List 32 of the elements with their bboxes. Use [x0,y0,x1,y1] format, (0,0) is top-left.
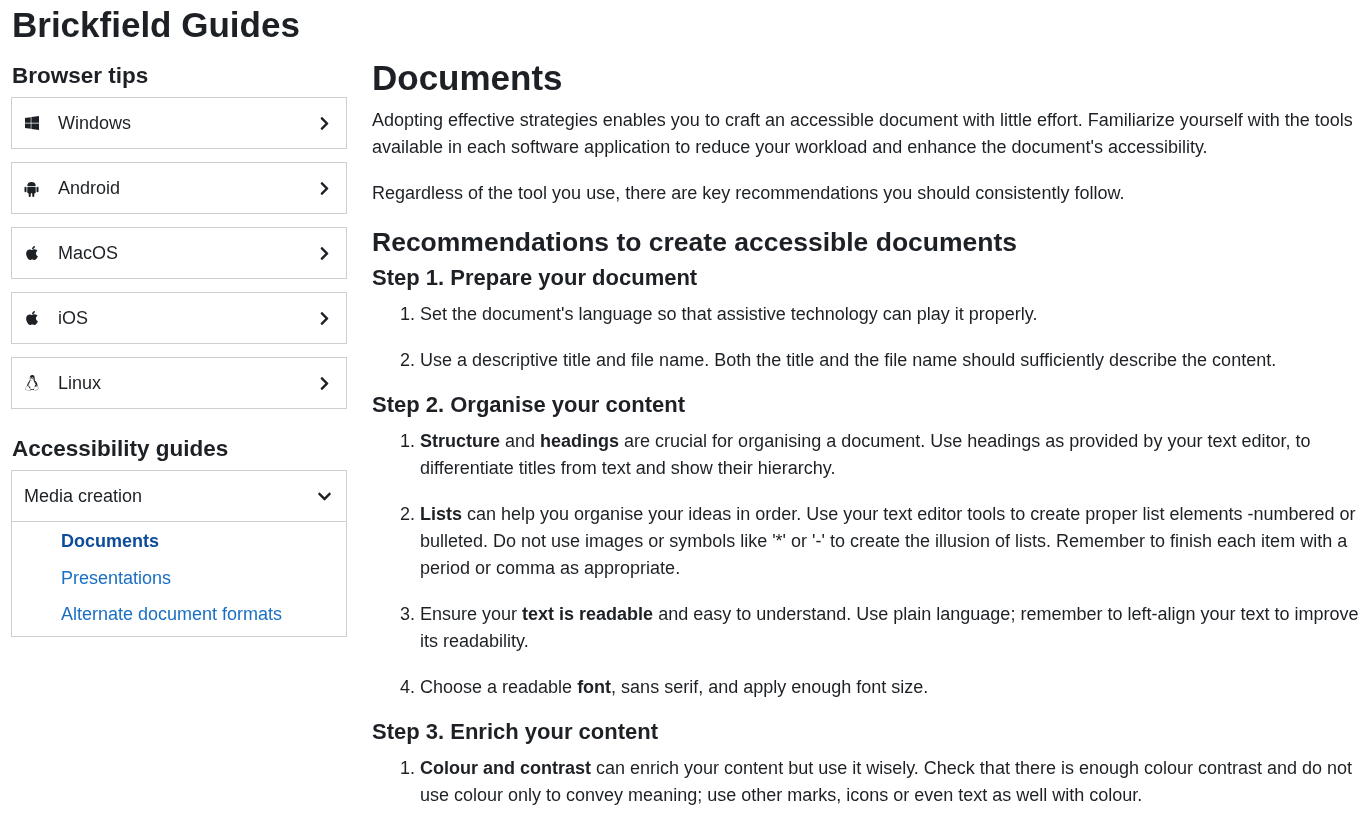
sidebar-heading: Browser tips [12,62,149,90]
nav-link[interactable]: Presentations [61,559,172,596]
list-item-text: Structure and headings are crucial for organising a document. Use headings as provided by your text editor, to differentiate titles from text and show their hierarchy. [420,430,1312,480]
list-number: 1. [400,757,416,780]
penguin-icon [24,375,40,391]
page-title: Documents [372,57,563,99]
list-item-text: Use a descriptive title and file name. Both the title and the file name should sufficiently describe the content. [420,349,1278,372]
list-item-text: Colour and contrast can enrich your content but use it wisely. Check that there is enough colour contrast and do not use colour only to convey meaning; use other marks, icons or even text as well with colour. [420,757,1354,807]
intro-paragraph: Regardless of the tool you use, there are key recommendations you should consistently follow. [372,182,1126,205]
site-title: Brickfield Guides [12,4,300,46]
list-number: 1. [400,430,416,453]
step-heading: Step 3. Enrich your content [372,718,659,746]
nav-link[interactable]: Documents [61,523,159,560]
list-item-text: Set the document's language so that assistive technology can play it properly. [420,303,1039,326]
sidebar-heading: Accessibility guides [12,435,229,463]
step-heading: Step 2. Organise your content [372,391,685,419]
list-number: 2. [400,503,416,526]
list-number: 1. [400,303,416,326]
step-heading: Step 1. Prepare your document [372,264,698,292]
section-heading: Recommendations to create accessible documents [372,226,1018,258]
list-item-text: Lists can help you organise your ideas in order. Use your text editor tools to create proper list elements -numbered or bulleted. Do not use images or symbols like '*' or '-' to create the illusion of lists. Remember to finish each item with a period or comma as appropriate. [420,503,1357,580]
windows-logo-icon [24,115,40,131]
apple-logo-icon [24,310,40,326]
list-number: 3. [400,603,416,626]
intro-paragraph: Adopting effective strategies enables you to craft an accessible document with little effort. Familiarize yourself with the tools available in each software application to reduce your workload and enhance the document's accessibility. [372,109,1354,159]
apple-logo-icon [24,245,40,261]
list-item-text: Ensure your text is readable and easy to understand. Use plain language; remember to left-align your text to improve its readability. [420,603,1360,653]
list-number: 4. [400,676,416,699]
android-robot-icon [24,179,39,197]
list-number: 2. [400,349,416,372]
list-item-text: Choose a readable font, sans serif, and apply enough font size. [420,676,930,699]
nav-link[interactable]: Alternate document formats [61,596,283,633]
